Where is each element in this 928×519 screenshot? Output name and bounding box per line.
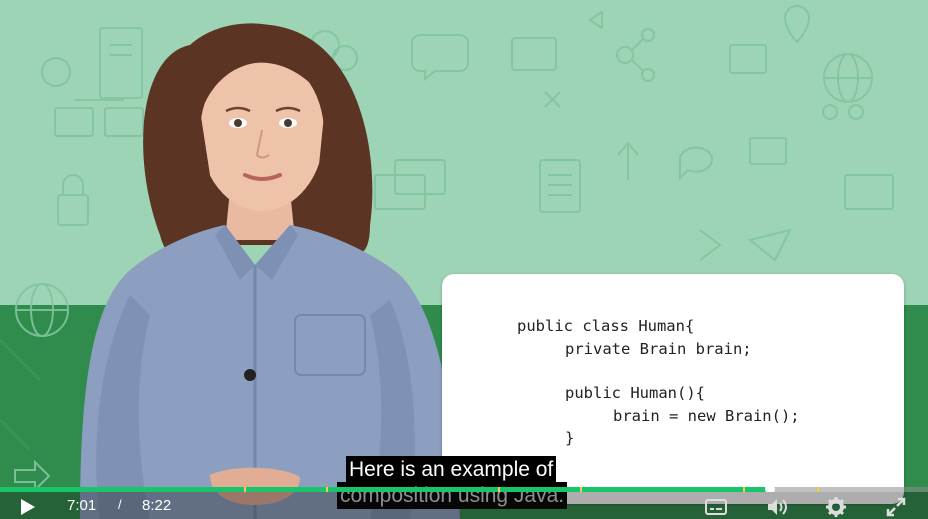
duration: 8:22 (142, 497, 172, 514)
presenter-figure (80, 23, 460, 519)
gear-icon[interactable] (826, 497, 846, 517)
current-time: 7:01 (67, 497, 97, 514)
caption-line-1: Here is an example of (346, 456, 557, 483)
code-line-2: private Brain brain; (565, 340, 752, 358)
control-bar (0, 492, 928, 519)
video-player[interactable]: public class Human{ private Brain brain;… (0, 0, 928, 519)
code-line-1: public class Human{ (517, 317, 695, 335)
code-line-3: public Human(){ (565, 384, 705, 402)
captions-icon[interactable] (705, 499, 727, 515)
volume-icon[interactable] (766, 497, 788, 517)
code-line-5: } (565, 429, 575, 447)
code-line-4: brain = new Brain(); (613, 407, 800, 425)
fullscreen-icon[interactable] (886, 497, 906, 517)
time-separator: / (118, 497, 122, 512)
play-icon[interactable] (18, 497, 38, 517)
